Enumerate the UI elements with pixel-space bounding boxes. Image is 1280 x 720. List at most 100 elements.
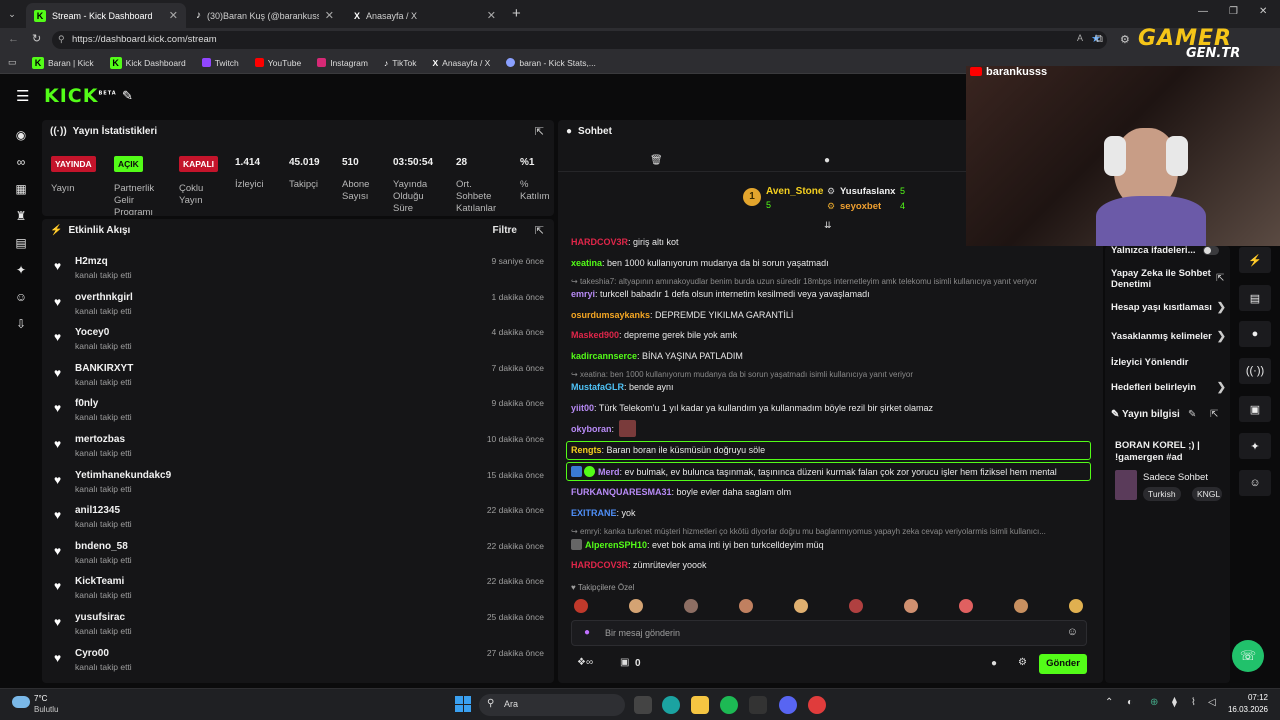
browser-tab-tiktok[interactable]: ♪ (30)Baran Kuş (@barankusss) | Tik ✕ <box>188 3 342 28</box>
task-view-icon[interactable] <box>634 696 652 714</box>
filter-button[interactable]: Filtre <box>493 225 517 236</box>
activity-item[interactable]: ♥ anil12345 kanalı takip etti 22 dakika önc… <box>54 502 548 534</box>
activity-item[interactable]: ♥ Cyro00 kanalı takip etti 27 dakika önce <box>54 645 548 677</box>
browser-tab-x[interactable]: X Anasayfa / X ✕ <box>346 3 504 28</box>
moderation-setting-item[interactable]: Yapay Zeka ile Sohbet Denetimi <box>1111 268 1226 290</box>
emote-button[interactable] <box>629 599 643 613</box>
notes-button[interactable]: ▤ <box>1239 285 1271 311</box>
activity-item[interactable]: ♥ overthnkgirl kanalı takip etti 1 dakika ö… <box>54 289 548 321</box>
chat-button[interactable]: ● <box>1239 321 1271 347</box>
spotify-icon[interactable] <box>720 696 738 714</box>
chrome-icon[interactable] <box>808 696 826 714</box>
bookmark-x[interactable]: X Anasayfa / X <box>432 58 490 68</box>
activity-username[interactable]: bndeno_58 <box>75 541 128 552</box>
tag-chip[interactable]: KNGL <box>1192 487 1222 501</box>
chat-message[interactable]: AlperenSPH10: evet bok ama inti iyi ben … <box>571 539 1091 550</box>
collapse-leaderboard-icon[interactable]: ⇊ <box>824 220 832 231</box>
bookmark-kick-stats[interactable]: baran - Kick Stats,... <box>506 58 596 68</box>
gift-icon[interactable]: ▣ <box>620 657 629 668</box>
emote-button[interactable] <box>739 599 753 613</box>
taskbar-clock[interactable]: 07:12 <box>1242 693 1268 702</box>
emote-button[interactable] <box>794 599 808 613</box>
minimize-window-button[interactable]: — <box>1198 6 1208 17</box>
chat-message[interactable]: FURKANQUARESMA31: boyle evler daha sagla… <box>571 487 1091 497</box>
emote-button[interactable] <box>574 599 588 613</box>
puzzle-icon[interactable]: ⚙ <box>1120 33 1130 46</box>
back-icon[interactable]: ← <box>8 33 19 45</box>
settings-gear-icon[interactable]: ⚙ <box>1018 657 1027 668</box>
network-status-icon[interactable]: ⊕ <box>1150 697 1158 708</box>
close-tab-icon[interactable]: ✕ <box>169 9 178 22</box>
reload-icon[interactable]: ↻ <box>32 32 41 45</box>
leader-third-name[interactable]: seyoxbet <box>840 201 881 212</box>
category-name[interactable]: Sadece Sohbet <box>1143 472 1208 483</box>
chat-message[interactable]: kadircannserce: BİNA YAŞINA PATLADIM <box>571 351 1091 361</box>
tag-chip[interactable]: Turkish <box>1143 487 1181 501</box>
popout-icon[interactable]: ⇱ <box>535 224 544 237</box>
tools-icon[interactable]: ✎ <box>122 88 133 104</box>
chat-message[interactable]: osurdumsaykanks: DEPREMDE YIKILMA GARANT… <box>571 310 1091 320</box>
layout-button[interactable]: ▣ <box>1239 396 1271 422</box>
chat-username[interactable]: yiit00 <box>571 403 594 413</box>
app-icon[interactable] <box>749 696 767 714</box>
taskbar-search-box[interactable]: ⚲ Ara <box>479 694 625 716</box>
external-link-icon[interactable]: ⇱ <box>1216 273 1224 284</box>
close-tab-icon[interactable]: ✕ <box>487 9 496 22</box>
url-field[interactable]: ⚲ https://dashboard.kick.com/stream A ★ <box>52 31 1107 49</box>
emote-only-toggle[interactable] <box>1203 246 1219 255</box>
activity-username[interactable]: Cyro00 <box>75 648 109 659</box>
chat-message[interactable]: Merd: ev bulmak, ev bulunca taşınmak, ta… <box>571 466 1091 477</box>
weather-temp[interactable]: 7°C <box>34 694 47 703</box>
tools-button[interactable]: ✦ <box>1239 433 1271 459</box>
channel-points-icon[interactable]: ❖∞ <box>577 657 593 668</box>
activity-username[interactable]: mertozbas <box>75 434 125 445</box>
chat-message[interactable]: EXITRANE: yok <box>571 508 1091 518</box>
live-stream-icon[interactable]: ◉ <box>8 122 34 148</box>
emote-button[interactable] <box>1014 599 1028 613</box>
microphone-icon[interactable]: ● <box>584 627 590 638</box>
activity-item[interactable]: ♥ BANKIRXYT kanalı takip etti 7 dakika önce <box>54 360 548 392</box>
support-chat-button[interactable]: ☏ <box>1232 640 1264 672</box>
chat-username[interactable]: okyboran <box>571 424 612 434</box>
wrench-icon[interactable]: ✦ <box>8 257 34 283</box>
popout-icon[interactable]: ⇱ <box>535 125 544 138</box>
trophy-icon[interactable]: ♜ <box>8 203 34 229</box>
file-explorer-icon[interactable] <box>691 696 709 714</box>
activity-item[interactable]: ♥ KickTeami kanalı takip etti 22 dakika önc… <box>54 573 548 605</box>
chat-username[interactable]: EXITRANE <box>571 508 617 518</box>
chat-message[interactable]: HARDCOV3R: zümrütevler yoook <box>571 560 1091 570</box>
chat-message[interactable]: MustafaGLR: bende aynı <box>571 382 1091 392</box>
taskbar-date[interactable]: 16.03.2026 <box>1226 705 1268 714</box>
volume-mixer-icon[interactable]: ◐ <box>1127 697 1133 708</box>
activity-username[interactable]: Yetimhanekundakc9 <box>75 470 171 481</box>
chat-username[interactable]: HARDCOV3R <box>571 560 628 570</box>
emote-button[interactable] <box>849 599 863 613</box>
chat-username[interactable]: Merd <box>598 467 620 477</box>
tray-chevron-icon[interactable]: ⌃ <box>1105 697 1113 708</box>
close-window-button[interactable]: ✕ <box>1259 6 1267 17</box>
emote-button[interactable] <box>959 599 973 613</box>
discord-icon[interactable] <box>779 696 797 714</box>
activity-username[interactable]: f0nly <box>75 398 98 409</box>
chat-username[interactable]: kadircannserce <box>571 351 637 361</box>
activity-item[interactable]: ♥ yusufsirac kanalı takip etti 25 dakika ön… <box>54 609 548 641</box>
link-icon[interactable]: ∞ <box>8 149 34 175</box>
users-icon[interactable]: ☺ <box>8 284 34 310</box>
chat-username[interactable]: Masked900 <box>571 330 619 340</box>
broadcast-button[interactable]: ((·)) <box>1239 358 1271 384</box>
download-icon[interactable]: ⇩ <box>8 311 34 337</box>
leader-second-name[interactable]: Yusufaslanx <box>840 186 895 197</box>
kick-logo[interactable]: KICKBETA <box>44 85 117 107</box>
chat-username[interactable]: Rengts <box>571 445 602 455</box>
activity-item[interactable]: ♥ f0nly kanalı takip etti 9 dakika önce <box>54 395 548 427</box>
leader-first-name[interactable]: Aven_Stone <box>766 186 823 197</box>
chat-username[interactable]: MustafaGLR <box>571 382 624 392</box>
chat-message[interactable]: xeatina: ben 1000 kullanıyorum mudanya d… <box>571 258 1091 268</box>
chat-message[interactable]: yiit00: Türk Telekom'u 1 yıl kadar ya ku… <box>571 403 1091 413</box>
quick-action-bolt-button[interactable]: ⚡ <box>1239 247 1271 273</box>
trash-icon[interactable]: 🗑 <box>650 155 663 166</box>
activity-item[interactable]: ♥ Yetimhanekundakc9 kanalı takip etti 15 da… <box>54 467 548 499</box>
bookmark-tiktok[interactable]: ♪ TikTok <box>384 58 417 68</box>
chat-username[interactable]: emryi <box>571 289 595 299</box>
activity-username[interactable]: BANKIRXYT <box>75 363 133 374</box>
